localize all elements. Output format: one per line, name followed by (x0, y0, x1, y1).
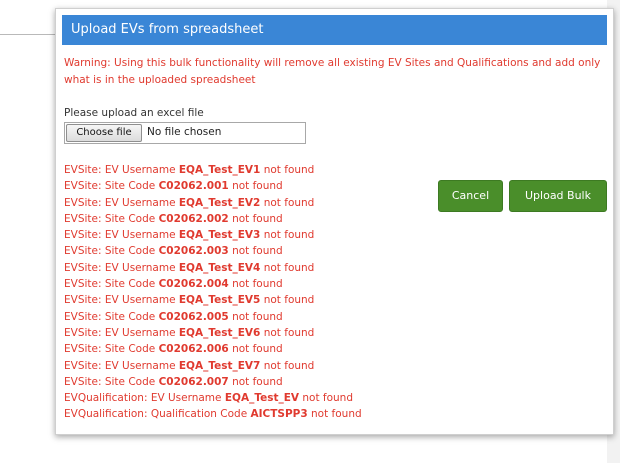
error-value: EQA_Test_EV2 (178, 196, 261, 209)
cancel-button[interactable]: Cancel (438, 180, 503, 212)
file-status-text: No file chosen (147, 126, 222, 138)
error-message: EVSite: EV Username EQA_Test_EV4 not fou… (64, 260, 424, 276)
error-suffix: not found (228, 310, 283, 323)
error-suffix: not found (228, 245, 283, 258)
error-message: EVSite: EV Username EQA_Test_EV1 not fou… (64, 162, 424, 178)
error-message: EVSite: EV Username EQA_Test_EV3 not fou… (64, 227, 424, 243)
error-suffix: not found (228, 180, 283, 193)
error-suffix: not found (299, 392, 353, 405)
error-prefix: EVSite: EV Username (64, 294, 179, 307)
error-suffix: not found (260, 196, 315, 209)
error-message: EVSite: EV Username EQA_Test_EV6 not fou… (64, 325, 424, 341)
error-suffix: not found (228, 278, 283, 291)
error-prefix: EVSite: EV Username (64, 164, 179, 176)
error-message: EVSite: Site Code C02062.005 not found (64, 309, 424, 325)
error-message: EVSite: Site Code C02062.004 not found (64, 276, 424, 292)
error-prefix: EVSite: EV Username (64, 326, 179, 339)
error-suffix: not found (260, 164, 315, 176)
error-message: EVSite: Site Code C02062.003 not found (64, 243, 424, 259)
upload-evs-modal: Upload EVs from spreadsheet Warning: Usi… (55, 8, 614, 435)
error-message: EVQualification: Qualification Code AICT… (64, 406, 424, 422)
error-message: EVSite: EV Username EQA_Test_EV2 not fou… (64, 195, 424, 211)
error-prefix: EVSite: Site Code (64, 212, 159, 225)
choose-file-button[interactable]: Choose file (66, 124, 142, 142)
error-suffix: not found (260, 294, 315, 307)
error-value: EQA_Test_EV5 (178, 294, 261, 307)
error-message: EVSite: Site Code C02062.002 not found (64, 211, 424, 227)
error-message: EVSite: EV Username EQA_Test_EV5 not fou… (64, 292, 424, 308)
error-message: EVQualification: EV Username EQA_Test_EV… (64, 390, 424, 406)
error-value: EQA_Test_EV (224, 392, 300, 405)
upload-bulk-button[interactable]: Upload Bulk (509, 180, 607, 212)
error-list: EVSite: EV Username EQA_Test_EV1 not fou… (64, 162, 424, 423)
error-value: AICTSPP3 (250, 408, 308, 421)
error-value: C02062.006 (158, 343, 229, 356)
error-prefix: EVSite: EV Username (64, 229, 179, 242)
error-value: EQA_Test_EV6 (178, 326, 261, 339)
error-prefix: EVSite: Site Code (64, 343, 159, 356)
error-value: C02062.004 (158, 278, 229, 291)
error-prefix: EVSite: Site Code (64, 310, 159, 323)
modal-title: Upload EVs from spreadsheet (71, 22, 264, 37)
error-prefix: EVSite: EV Username (64, 359, 179, 372)
error-value: C02062.003 (158, 245, 229, 258)
error-value: C02062.005 (158, 310, 229, 323)
error-prefix: EVSite: Site Code (64, 245, 159, 258)
error-suffix: not found (228, 375, 283, 388)
error-value: C02062.002 (158, 212, 229, 225)
error-prefix: EVQualification: EV Username (64, 392, 225, 405)
error-message: EVSite: EV Username EQA_Test_EV7 not fou… (64, 358, 424, 374)
error-message: EVSite: Site Code C02062.007 not found (64, 374, 424, 390)
error-prefix: EVSite: Site Code (64, 180, 159, 193)
error-value: EQA_Test_EV1 (178, 164, 261, 176)
modal-header: Upload EVs from spreadsheet (62, 15, 607, 45)
error-message: EVSite: Site Code C02062.006 not found (64, 341, 424, 357)
error-prefix: EVSite: Site Code (64, 278, 159, 291)
error-value: EQA_Test_EV3 (178, 229, 261, 242)
error-message: EVSite: Site Code C02062.001 not found (64, 178, 424, 194)
file-input[interactable]: Choose file No file chosen (64, 122, 306, 144)
bulk-warning-text: Warning: Using this bulk functionality w… (64, 57, 601, 86)
error-value: C02062.007 (158, 375, 229, 388)
error-suffix: not found (260, 326, 315, 339)
error-suffix: not found (228, 343, 283, 356)
error-prefix: EVSite: Site Code (64, 375, 159, 388)
error-prefix: EVSite: EV Username (64, 261, 179, 274)
error-prefix: EVSite: EV Username (64, 196, 179, 209)
error-suffix: not found (260, 261, 315, 274)
error-suffix: not found (228, 212, 283, 225)
error-value: C02062.001 (158, 180, 229, 193)
error-suffix: not found (260, 229, 315, 242)
upload-label: Please upload an excel file (64, 107, 204, 119)
error-suffix: not found (260, 359, 315, 372)
error-value: EQA_Test_EV4 (178, 261, 261, 274)
error-prefix: EVQualification: Qualification Code (64, 408, 251, 421)
error-value: EQA_Test_EV7 (178, 359, 261, 372)
error-suffix: not found (307, 408, 362, 421)
